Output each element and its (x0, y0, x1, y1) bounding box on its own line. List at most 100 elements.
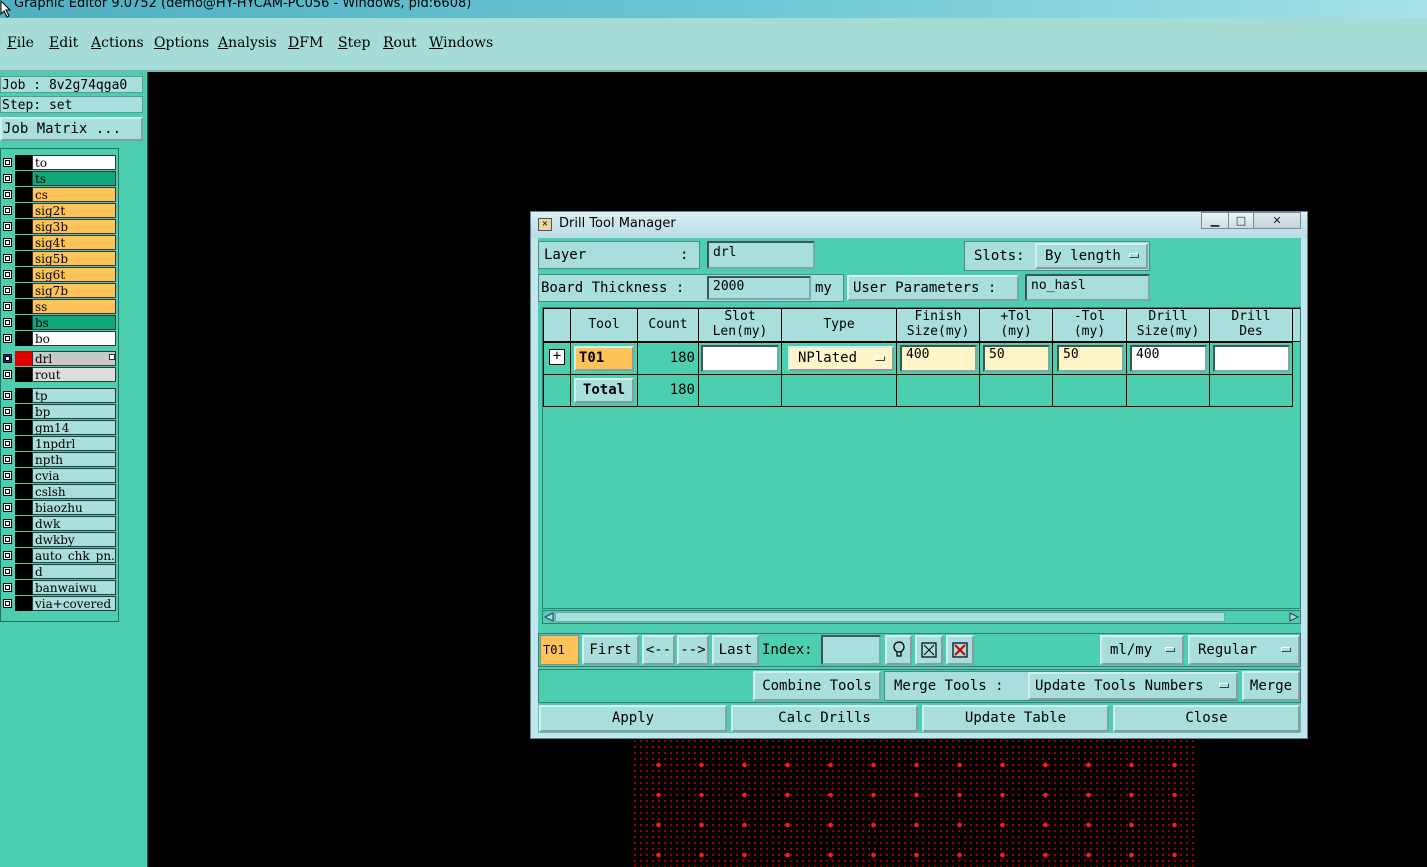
combine-tools-button[interactable]: Combine Tools (753, 671, 881, 701)
layer-field[interactable]: drl (707, 241, 815, 269)
layer-row-banwaiwu[interactable]: banwaiwu (1, 580, 117, 595)
index-field[interactable] (821, 635, 881, 665)
update-table-button[interactable]: Update Table (922, 705, 1109, 732)
layer-display-swatch[interactable] (15, 315, 32, 330)
units-option-menu[interactable]: ml/my (1100, 635, 1184, 665)
menu-rout[interactable]: Rout (383, 35, 417, 51)
menu-windows[interactable]: Windows (429, 35, 493, 51)
layer-name[interactable]: auto_chk_pn. (32, 548, 116, 563)
layer-row-sig4t[interactable]: sig4t (1, 235, 117, 250)
layer-name[interactable]: cvia (32, 468, 116, 483)
minimize-icon[interactable]: ▁ (1201, 212, 1229, 229)
scroll-left-icon[interactable] (544, 612, 554, 622)
layer-row-drl[interactable]: drl (1, 351, 117, 366)
layer-row-to[interactable]: to (1, 155, 117, 170)
layer-name[interactable]: sig5b (32, 251, 116, 266)
layer-row-sig7b[interactable]: sig7b (1, 283, 117, 298)
layer-checkbox[interactable] (3, 334, 12, 343)
layer-display-swatch[interactable] (15, 219, 32, 234)
layer-row-npth[interactable]: npth (1, 452, 117, 467)
layer-checkbox[interactable] (3, 519, 12, 528)
layer-row-sig5b[interactable]: sig5b (1, 251, 117, 266)
col-type-header[interactable]: Type (781, 308, 897, 342)
layer-checkbox[interactable] (3, 354, 12, 363)
type-option-menu[interactable]: NPlated (788, 346, 894, 371)
menu-actions[interactable]: Actions (91, 35, 144, 51)
delete-tool-icon[interactable] (946, 635, 974, 665)
layer-row-auto-chk-pn-[interactable]: auto_chk_pn. (1, 548, 117, 563)
layer-name[interactable]: to (32, 155, 116, 170)
layer-name[interactable]: sig2t (32, 203, 116, 218)
drill-size-field[interactable]: 400 (1130, 345, 1207, 372)
layer-checkbox[interactable] (3, 391, 12, 400)
row-expand-icon[interactable]: + (549, 349, 565, 365)
apply-button[interactable]: Apply (539, 705, 727, 732)
menu-edit[interactable]: Edit (49, 35, 78, 51)
minus-tol-field[interactable]: 50 (1057, 345, 1124, 372)
plus-tol-field[interactable]: 50 (983, 345, 1050, 372)
next-button[interactable]: --> (677, 635, 709, 665)
layer-checkbox[interactable] (3, 599, 12, 608)
previous-button[interactable]: <-- (642, 635, 675, 665)
menu-file[interactable]: File (7, 35, 34, 51)
layer-display-swatch[interactable] (15, 187, 32, 202)
layer-name[interactable]: gm14 (32, 420, 116, 435)
layer-row-via-covered[interactable]: via+covered (1, 596, 117, 611)
col-plus-tol-header[interactable]: +Tol (my) (979, 308, 1053, 342)
layer-row-cslsh[interactable]: cslsh (1, 484, 117, 499)
layer-row-rout[interactable]: rout (1, 367, 117, 382)
layer-name[interactable]: cs (32, 187, 116, 202)
layer-checkbox[interactable] (3, 583, 12, 592)
col-drill-size-header[interactable]: Drill Size(my) (1126, 308, 1210, 342)
layer-checkbox[interactable] (3, 158, 12, 167)
layer-name[interactable]: d (32, 564, 116, 579)
layer-checkbox[interactable] (3, 286, 12, 295)
layer-checkbox[interactable] (3, 174, 12, 183)
layer-row-sig3b[interactable]: sig3b (1, 219, 117, 234)
layer-display-swatch[interactable] (15, 420, 32, 435)
scroll-right-icon[interactable] (1289, 612, 1299, 622)
layer-name[interactable]: sig7b (32, 283, 116, 298)
layer-row-cvia[interactable]: cvia (1, 468, 117, 483)
layer-name[interactable]: rout (32, 367, 116, 382)
layer-checkbox[interactable] (3, 535, 12, 544)
layer-row-dwkby[interactable]: dwkby (1, 532, 117, 547)
layer-display-swatch[interactable] (15, 171, 32, 186)
layer-row-gm14[interactable]: gm14 (1, 420, 117, 435)
layer-checkbox[interactable] (3, 270, 12, 279)
search-tool-icon[interactable] (885, 635, 912, 665)
layer-checkbox[interactable] (3, 567, 12, 576)
col-slot-len-header[interactable]: Slot Len(my) (698, 308, 782, 342)
slots-option-menu[interactable]: By length (1035, 243, 1148, 269)
layer-row-bs[interactable]: bs (1, 315, 117, 330)
layer-checkbox[interactable] (3, 302, 12, 311)
board-thickness-field[interactable]: 2000 (707, 276, 811, 300)
scrollbar-thumb[interactable] (555, 612, 1225, 622)
layer-checkbox[interactable] (3, 471, 12, 480)
tool-cell[interactable]: T01 (570, 342, 638, 375)
table-row-select[interactable]: + (543, 342, 571, 375)
layer-display-swatch[interactable] (15, 267, 32, 282)
layer-name[interactable]: bo (32, 331, 116, 346)
layer-display-swatch[interactable] (15, 331, 32, 346)
layer-name[interactable]: tp (32, 388, 116, 403)
drill-des-field[interactable] (1213, 345, 1290, 372)
user-parameters-button[interactable]: User Parameters : (847, 275, 1019, 301)
total-button[interactable]: Total (574, 378, 634, 403)
layer-display-swatch[interactable] (15, 468, 32, 483)
slot-len-field[interactable] (701, 345, 779, 372)
layer-row-bo[interactable]: bo (1, 331, 117, 346)
layer-display-swatch[interactable] (15, 235, 32, 250)
layer-display-swatch[interactable] (15, 484, 32, 499)
merge-tools-option-menu[interactable]: Update Tools Numbers (1028, 672, 1238, 700)
layer-name[interactable]: via+covered (32, 596, 116, 611)
layer-display-swatch[interactable] (15, 404, 32, 419)
layer-display-swatch[interactable] (15, 564, 32, 579)
col-drill-des-header[interactable]: Drill Des (1209, 308, 1293, 342)
layer-row-bp[interactable]: bp (1, 404, 117, 419)
layer-row-tp[interactable]: tp (1, 388, 117, 403)
close-button[interactable]: Close (1113, 705, 1300, 732)
layer-checkbox[interactable] (3, 407, 12, 416)
layer-name[interactable]: cslsh (32, 484, 116, 499)
layer-display-swatch[interactable] (15, 283, 32, 298)
